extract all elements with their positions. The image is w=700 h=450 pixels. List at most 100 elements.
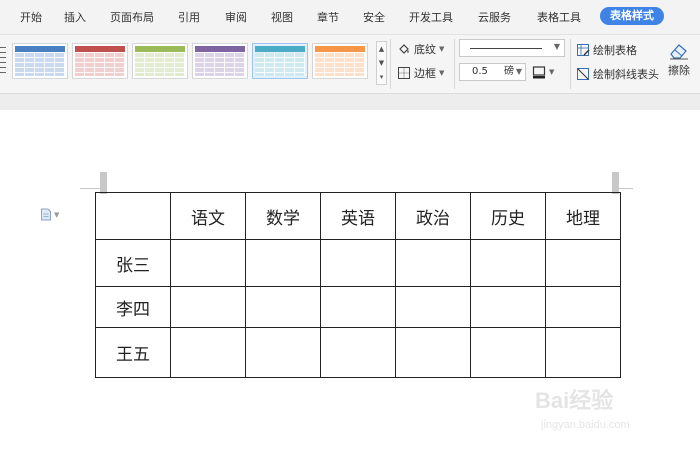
table-cell[interactable] [545,286,621,328]
tab-view[interactable]: 视图 [271,9,293,25]
table-header-cell[interactable]: 英语 [320,192,396,240]
table-style-gallery [0,40,372,82]
tab-home[interactable]: 开始 [20,9,42,25]
table-header-row: 语文 数学 英语 政治 历史 地理 [95,192,621,240]
table-style-thumb-blue[interactable] [12,43,68,79]
thumb-grid [135,53,185,76]
table-cell[interactable] [545,239,621,287]
line-color-picker[interactable]: ▼ [532,65,554,79]
row-name-cell[interactable]: 李四 [95,286,171,328]
eraser-button[interactable]: 擦除 [668,41,690,78]
table-cell[interactable] [245,327,321,378]
watermark-logo-text: Bai经验 [535,388,614,413]
table-row: 张三 [95,239,621,287]
table-cell[interactable] [395,286,471,328]
menu-tab-bar: 开始 插入 页面布局 引用 审阅 视图 章节 安全 开发工具 云服务 表格工具 … [0,0,700,35]
eraser-icon [670,44,688,60]
table-cell[interactable] [395,327,471,378]
chevron-down-icon: ▼ [439,45,445,53]
table-row: 王五 [95,327,621,378]
margin-marker [612,172,619,194]
table-style-thumb-red[interactable] [72,43,128,79]
table-cell[interactable] [320,286,396,328]
thumb-header-bar [135,46,185,52]
shading-button[interactable]: 底纹 ▼ [397,41,444,57]
table-row: 李四 [95,286,621,328]
shading-label: 底纹 [414,43,436,56]
table-style-thumb-purple[interactable] [192,43,248,79]
table-header-cell[interactable]: 数学 [245,192,321,240]
line-style-preview [470,48,542,49]
chevron-down-icon: ▼ [54,210,60,219]
gallery-down-icon[interactable]: ▼ [377,56,386,70]
tab-references[interactable]: 引用 [178,9,200,25]
tab-page-layout[interactable]: 页面布局 [110,9,154,25]
table-cell[interactable] [470,239,546,287]
table-cell[interactable] [245,286,321,328]
gallery-scroll[interactable]: ▲ ▼ ▾ [376,41,387,85]
chevron-down-icon: ▼ [439,69,445,77]
table-cell[interactable] [245,239,321,287]
border-button[interactable]: 边框 ▼ [397,65,444,81]
tab-cloud-service[interactable]: 云服务 [478,9,511,25]
thumb-grid [315,53,365,76]
thumb-header-bar [15,46,65,52]
row-name-cell[interactable]: 王五 [95,327,171,378]
gallery-more-icon[interactable]: ▾ [377,70,386,84]
table-cell[interactable] [170,327,246,378]
tab-security[interactable]: 安全 [363,9,385,25]
table-cell[interactable] [170,239,246,287]
table-cell[interactable] [470,327,546,378]
tab-chapter[interactable]: 章节 [317,9,339,25]
table-header-cell[interactable]: 地理 [545,192,621,240]
border-label: 边框 [414,67,436,80]
table-cell[interactable] [545,327,621,378]
document-icon [41,208,51,221]
line-weight-value: 0.5 [472,66,488,77]
gallery-up-icon[interactable]: ▲ [377,42,386,56]
thumb-grid [75,53,125,76]
table-style-thumb-green[interactable] [132,43,188,79]
line-style-select[interactable]: ▼ [459,39,565,57]
margin-marker [100,172,107,194]
table-header-cell[interactable]: 历史 [470,192,546,240]
tab-insert[interactable]: 插入 [64,9,86,25]
tab-table-style[interactable]: 表格样式 [600,7,664,25]
tab-developer-tools[interactable]: 开发工具 [409,9,453,25]
table-cell[interactable] [170,286,246,328]
table-style-thumb-orange[interactable] [312,43,368,79]
table-cell[interactable] [395,239,471,287]
draw-diagonal-header-button[interactable]: 绘制斜线表头 [576,66,659,82]
table-header-cell[interactable]: 语文 [170,192,246,240]
table-header-cell[interactable] [95,192,171,240]
row-name-cell[interactable]: 张三 [95,239,171,287]
ribbon-toolbar: ▲ ▼ ▾ 底纹 ▼ 边框 ▼ ▼ 0.5 磅 ▼ ▼ 绘制表格 绘制斜线表头 … [0,35,700,94]
table-cell[interactable] [470,286,546,328]
tab-table-tools[interactable]: 表格工具 [537,9,581,25]
table-header-cell[interactable]: 政治 [395,192,471,240]
chevron-down-icon: ▼ [553,42,560,51]
draw-table-button[interactable]: 绘制表格 [576,42,637,58]
table-style-thumb-teal[interactable] [252,43,308,79]
thumb-header-bar [315,46,365,52]
line-weight-select[interactable]: 0.5 磅 ▼ [459,63,526,81]
line-weight-unit: 磅 [504,66,514,77]
draw-table-label: 绘制表格 [593,44,637,57]
thumb-grid [195,53,245,76]
table-cell[interactable] [320,239,396,287]
watermark-url: jingyan.baidu.com [541,419,630,431]
margin-marker [613,188,633,189]
baidu-jingyan-watermark: Bai经验 jingyan.baidu.com [535,375,685,445]
paragraph-layout-button[interactable]: ▼ [40,208,59,221]
grades-table[interactable]: 语文 数学 英语 政治 历史 地理 张三 李四 王五 [95,192,621,378]
draw-diagonal-label: 绘制斜线表头 [593,68,659,81]
document-background [0,94,700,110]
ribbon-separator [390,39,391,89]
ribbon-separator [454,39,455,89]
tab-review[interactable]: 审阅 [225,9,247,25]
thumb-header-bar [195,46,245,52]
pen-color-icon [532,66,546,79]
ribbon-separator [570,39,571,89]
thumb-grid [15,53,65,76]
table-cell[interactable] [320,327,396,378]
